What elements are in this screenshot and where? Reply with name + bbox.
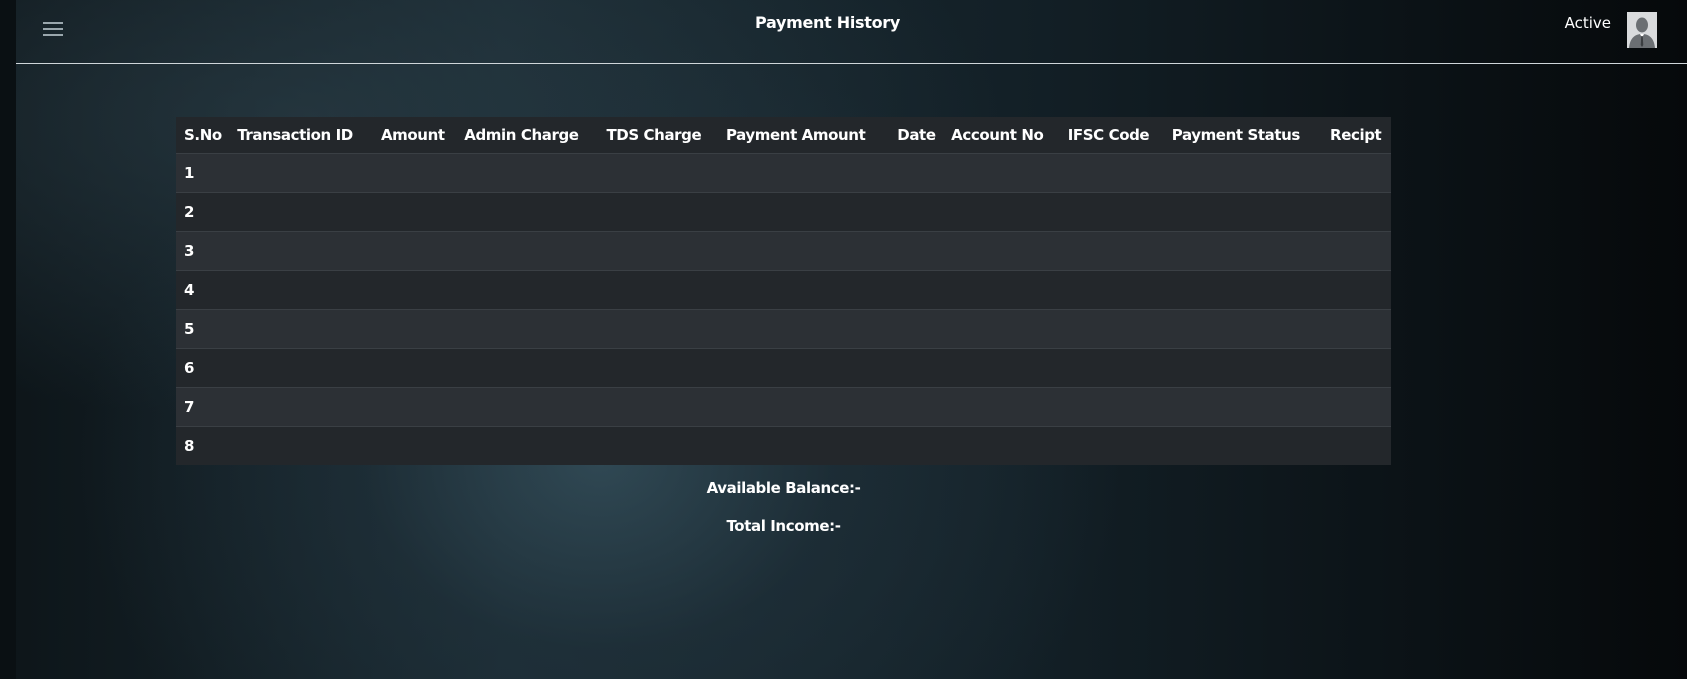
row-sno: 6 bbox=[176, 348, 230, 388]
status-label: Active bbox=[1564, 14, 1611, 32]
column-header-date: Date bbox=[897, 126, 936, 144]
column-header-payment-amount: Payment Amount bbox=[725, 126, 866, 144]
user-avatar-icon bbox=[1627, 12, 1657, 48]
table-header-row: S.No Transaction ID Amount Admin Charge … bbox=[176, 117, 1391, 154]
table-row: 4 bbox=[176, 270, 1391, 310]
row-sno: 5 bbox=[176, 309, 230, 349]
row-sno: 4 bbox=[176, 270, 230, 310]
payment-history-table: S.No Transaction ID Amount Admin Charge … bbox=[176, 117, 1391, 465]
table-row: 5 bbox=[176, 309, 1391, 349]
avatar[interactable] bbox=[1627, 12, 1657, 48]
row-sno: 8 bbox=[176, 426, 230, 465]
table-row: 3 bbox=[176, 231, 1391, 271]
row-sno: 1 bbox=[176, 153, 230, 193]
table-row: 1 bbox=[176, 153, 1391, 193]
available-balance-label: Available Balance:- bbox=[706, 479, 861, 497]
left-strip bbox=[0, 0, 16, 679]
column-header-payment-status: Payment Status bbox=[1171, 126, 1301, 144]
column-header-ifsc-code: IFSC Code bbox=[1067, 126, 1150, 144]
column-header-account-no: Account No bbox=[951, 126, 1044, 144]
column-header-amount: Amount bbox=[380, 126, 445, 144]
column-header-sno: S.No bbox=[184, 126, 222, 144]
table-row: 7 bbox=[176, 387, 1391, 427]
row-sno: 3 bbox=[176, 231, 230, 271]
table-row: 6 bbox=[176, 348, 1391, 388]
page: Payment History Active S.No Transaction … bbox=[0, 0, 1687, 679]
header-bar: Payment History Active bbox=[16, 0, 1687, 64]
table-row: 8 bbox=[176, 426, 1391, 465]
column-header-tds-charge: TDS Charge bbox=[606, 126, 702, 144]
row-sno: 7 bbox=[176, 387, 230, 427]
page-title: Payment History bbox=[754, 13, 901, 32]
table-row: 2 bbox=[176, 192, 1391, 232]
row-sno: 2 bbox=[176, 192, 230, 232]
payment-table-container: S.No Transaction ID Amount Admin Charge … bbox=[176, 117, 1391, 465]
column-header-recipt: Recipt bbox=[1330, 126, 1382, 144]
total-income-label: Total Income:- bbox=[726, 517, 841, 535]
column-header-admin-charge: Admin Charge bbox=[464, 126, 579, 144]
column-header-transaction-id: Transaction ID bbox=[237, 126, 353, 144]
